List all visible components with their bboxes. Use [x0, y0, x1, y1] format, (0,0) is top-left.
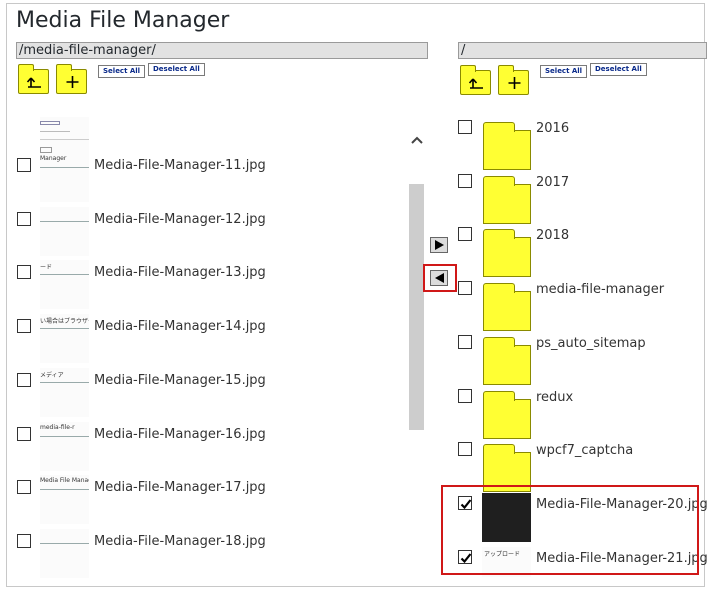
file-thumbnail: メディア — [40, 367, 89, 417]
left-up-folder-button[interactable] — [18, 64, 49, 94]
folder-name: 2018 — [536, 228, 570, 244]
folder-name: redux — [536, 389, 574, 405]
folder-icon — [483, 175, 531, 224]
folder-name: ps_auto_sitemap — [536, 335, 646, 351]
thumbnail-rule — [40, 274, 89, 276]
right-select-all-button[interactable]: Select All — [540, 65, 588, 78]
folder-name: 2017 — [536, 174, 570, 190]
file-checkbox[interactable] — [17, 533, 31, 548]
file-checkbox[interactable] — [17, 211, 31, 226]
thumbnail-rule — [40, 328, 89, 330]
left-select-all-button[interactable]: Select All — [98, 65, 146, 78]
thumbnail-caption: Manager — [40, 155, 67, 162]
folder-name: 2016 — [536, 121, 570, 136]
left-new-folder-button[interactable] — [56, 64, 87, 94]
file-name: Media-File-Manager-17.jpg — [94, 480, 266, 496]
folder-checkbox[interactable] — [458, 388, 472, 403]
folder-checkbox[interactable] — [458, 281, 472, 296]
file-checkbox[interactable] — [17, 265, 31, 280]
file-thumbnail — [40, 206, 89, 256]
folder-plus-icon — [66, 76, 79, 88]
scroll-up-button[interactable] — [409, 130, 424, 150]
thumbnail-rule — [40, 381, 89, 383]
left-path-field[interactable]: /media-file-manager/ — [16, 42, 428, 59]
file-name: Media-File-Manager-11.jpg — [94, 158, 266, 173]
file-name: Media-File-Manager-16.jpg — [94, 426, 266, 442]
file-name: Media-File-Manager-13.jpg — [94, 265, 266, 281]
move-left-highlight — [423, 264, 457, 292]
thumbnail-caption: メディア — [40, 371, 64, 379]
folder-icon — [483, 229, 531, 278]
thumbnail-rule — [40, 489, 89, 491]
triangle-right-icon — [435, 240, 444, 250]
left-deselect-all-button[interactable]: Deselect All — [148, 63, 205, 76]
right-path-field[interactable]: / — [458, 42, 707, 59]
chevron-up-icon — [410, 136, 423, 144]
thumbnail-caption: media-file-r — [40, 423, 75, 431]
file-thumbnail: Manager — [40, 153, 89, 202]
folder-icon — [483, 283, 531, 332]
file-thumbnail: Media File Manager — [40, 475, 89, 525]
folder-plus-icon — [508, 77, 521, 89]
file-thumbnail — [40, 528, 89, 578]
move-right-button[interactable] — [430, 237, 448, 253]
file-checkbox[interactable] — [17, 319, 31, 334]
right-deselect-all-button[interactable]: Deselect All — [590, 63, 647, 76]
thumbnail-rule — [40, 435, 89, 437]
folder-checkbox[interactable] — [458, 227, 472, 242]
file-checkbox[interactable] — [17, 480, 31, 495]
page-title: Media File Manager — [16, 8, 230, 33]
scrollbar-thumb[interactable] — [409, 184, 424, 430]
folder-name: wpcf7_captcha — [536, 443, 634, 459]
right-up-folder-button[interactable] — [460, 65, 491, 95]
folder-icon — [483, 336, 531, 385]
thumbnail-rule — [40, 220, 89, 222]
file-name: Media-File-Manager-18.jpg — [94, 533, 266, 549]
file-name: Media-File-Manager-15.jpg — [94, 372, 266, 388]
file-name: Media-File-Manager-14.jpg — [94, 319, 266, 335]
file-thumbnail: い場合はブラウザーア — [40, 314, 89, 364]
file-checkbox[interactable] — [17, 426, 31, 441]
folder-up-icon — [468, 78, 483, 89]
folder-checkbox[interactable] — [458, 442, 472, 457]
thumbnail-caption: ード — [40, 264, 53, 272]
file-thumbnail-partial — [40, 117, 89, 157]
folder-up-icon — [26, 77, 41, 88]
folder-checkbox[interactable] — [458, 334, 472, 349]
file-checkbox[interactable] — [17, 372, 31, 387]
thumbnail-caption: い場合はブラウザーア — [40, 318, 89, 326]
folder-checkbox[interactable] — [458, 120, 472, 134]
file-name: Media-File-Manager-12.jpg — [94, 211, 266, 227]
file-thumbnail: media-file-r — [40, 421, 89, 471]
thumbnail-rule — [40, 167, 89, 168]
thumbnail-caption: Media File Manager — [40, 477, 89, 485]
folder-icon — [483, 122, 531, 170]
folder-name: media-file-manager — [536, 282, 665, 298]
file-checkbox[interactable] — [17, 158, 31, 172]
folder-icon — [483, 390, 531, 439]
file-thumbnail: ード — [40, 260, 89, 310]
right-new-folder-button[interactable] — [498, 65, 529, 95]
folder-checkbox[interactable] — [458, 173, 472, 188]
thumbnail-rule — [40, 542, 89, 544]
selected-files-highlight — [441, 485, 699, 575]
